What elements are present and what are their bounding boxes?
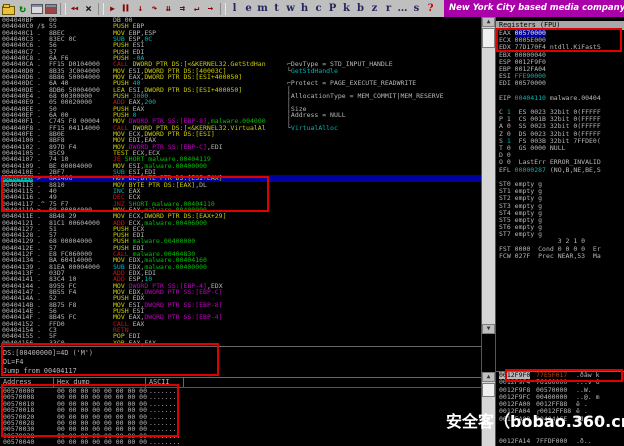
- toolbar-separator: [220, 3, 226, 15]
- info-line-jump: Jump from 00404117: [3, 367, 481, 376]
- disasm-scrollbar[interactable]: ▲ ▼: [482, 17, 495, 334]
- restart-icon[interactable]: ↻: [16, 2, 29, 16]
- toolbar-window-button-m[interactable]: m: [256, 2, 269, 16]
- ollydbg-cpu-window: ↻ ◀◀× ▶▌▌↓↷⇊⇉↵→ lemtwhcPkbzr…s? New York Ci…: [0, 0, 624, 446]
- stack-row[interactable]: 0012FA147FFDF000.ð..: [496, 438, 624, 445]
- disassembly-pane[interactable]: 004040BF00DB 00004040C0/$55PUSH EBP00404…: [0, 17, 481, 346]
- animate-into-icon[interactable]: ⇊: [162, 2, 175, 16]
- toolbar-window-button-c[interactable]: c: [312, 2, 325, 16]
- open-file-icon[interactable]: [2, 2, 15, 16]
- hexdump-col-ascii: ASCII: [149, 378, 169, 387]
- toolbar-window-button-P[interactable]: P: [326, 2, 339, 16]
- registers-pane[interactable]: Registers (FPU) EAX 00570000ECX 0005E000…: [496, 21, 624, 273]
- go-to-icon[interactable]: →: [204, 2, 217, 16]
- toolbar-window-button-r[interactable]: r: [382, 2, 395, 16]
- toolbar-window-button-s[interactable]: s: [410, 2, 423, 16]
- info-line-register: DL=F4: [3, 358, 481, 367]
- close-icon[interactable]: ×: [82, 2, 95, 16]
- run-icon[interactable]: ▶: [106, 2, 119, 16]
- animate-over-icon[interactable]: ⇉: [176, 2, 189, 16]
- scroll-down-icon[interactable]: ▼: [482, 324, 495, 334]
- register-row[interactable]: EDI 00570000: [496, 80, 624, 87]
- execute-till-return-icon[interactable]: ↵: [190, 2, 203, 16]
- toolbar-window-button-b[interactable]: b: [354, 2, 367, 16]
- toolbar-window-button-z[interactable]: z: [368, 2, 381, 16]
- toolbar-window-button-k[interactable]: k: [340, 2, 353, 16]
- ad-banner: New York City based media company is loo…: [444, 0, 624, 17]
- window-icon[interactable]: [30, 2, 43, 16]
- register-row[interactable]: EIP 00404110 malware.00404: [496, 95, 624, 102]
- register-row[interactable]: T 0 GS 0000 NULL: [496, 145, 624, 152]
- hexdump-pane[interactable]: Address Hex dump ASCII 0057000000 00 00 …: [0, 377, 481, 446]
- register-row[interactable]: FCW 027F Prec NEAR,53 Ma: [496, 253, 624, 260]
- toolbar-window-button-l[interactable]: l: [228, 2, 241, 16]
- toolbar: ↻ ◀◀× ▶▌▌↓↷⇊⇉↵→ lemtwhcPkbzr…s?: [0, 0, 444, 17]
- hexdump-col-hex: Hex dump: [57, 378, 90, 387]
- toolbar-window-button-w[interactable]: w: [284, 2, 297, 16]
- pause-icon[interactable]: ▌▌: [120, 2, 133, 16]
- toolbar-window-button-h[interactable]: h: [298, 2, 311, 16]
- toolbar-window-button-e[interactable]: e: [242, 2, 255, 16]
- toolbar-separator: [60, 3, 66, 15]
- hexdump-rows: 0057000000 00 00 00 00 00 00 00........0…: [0, 388, 481, 446]
- toolbar-window-button-…[interactable]: …: [396, 2, 409, 16]
- patches-window-icon[interactable]: [44, 2, 57, 16]
- rewind-icon[interactable]: ◀◀: [68, 2, 81, 16]
- scroll-up-icon[interactable]: ▲: [482, 372, 495, 382]
- step-into-icon[interactable]: ↓: [134, 2, 147, 16]
- pane-divider: [495, 17, 496, 446]
- register-row[interactable]: EFL 00000287 (NO,B,NE,BE,S: [496, 167, 624, 174]
- pane-divider: [481, 17, 482, 446]
- register-rows: EAX 00570000ECX 0005E000EDX 77D170F4 ntd…: [496, 30, 624, 260]
- disasm-scrollbar-thumb[interactable]: [482, 28, 495, 48]
- ad-banner-text: New York City based media company is loo…: [449, 3, 624, 13]
- scroll-up-icon[interactable]: ▲: [482, 17, 495, 27]
- info-pane: DS:[00400000]=4D ('M') DL=F4 Jump from 0…: [0, 346, 481, 376]
- hexdump-col-address: Address: [3, 378, 32, 387]
- toolbar-window-button-t[interactable]: t: [270, 2, 283, 16]
- toolbar-separator: [98, 3, 104, 15]
- step-over-icon[interactable]: ↷: [148, 2, 161, 16]
- watermark: 安全客（bobao.360.cn）: [446, 408, 624, 432]
- disasm-rows: 004040BF00DB 00004040C0/$55PUSH EBP00404…: [0, 17, 481, 346]
- info-line-memory: DS:[00400000]=4D ('M'): [3, 349, 481, 358]
- toolbar-window-button-?[interactable]: ?: [424, 2, 437, 16]
- stack-scrollbar-thumb[interactable]: [482, 383, 495, 397]
